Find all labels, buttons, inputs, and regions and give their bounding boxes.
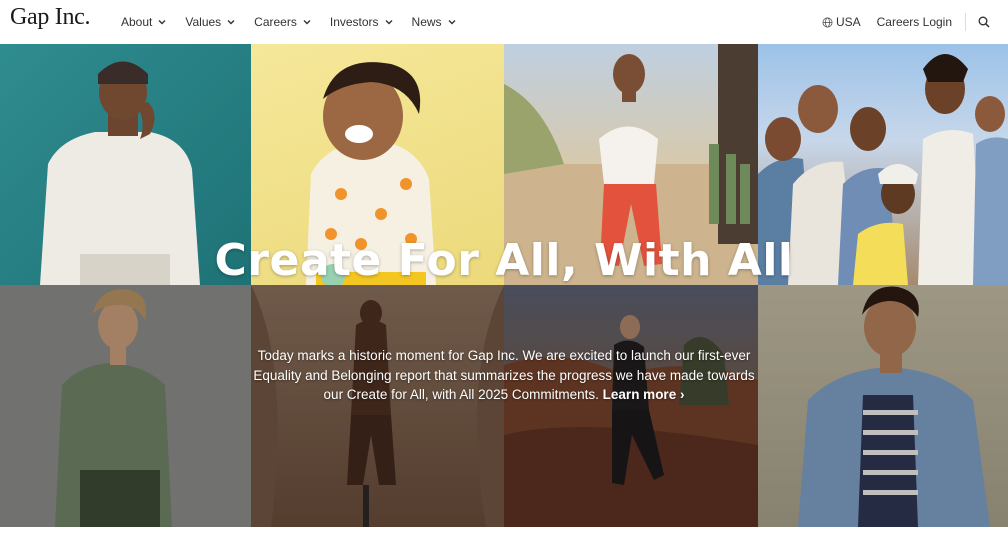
nav-item-label: Careers	[254, 15, 297, 29]
photo-tile-man-green	[0, 285, 251, 527]
header-divider	[965, 13, 966, 31]
nav-item-label: About	[121, 15, 153, 29]
nav-item-about[interactable]: About	[121, 15, 166, 29]
careers-login-link[interactable]: Careers Login	[877, 15, 952, 29]
nav-item-news[interactable]: News	[412, 15, 456, 29]
nav-item-careers[interactable]: Careers	[254, 15, 311, 29]
search-icon[interactable]	[978, 16, 990, 28]
site-header: Gap Inc. About Values Careers Investors …	[0, 0, 1008, 44]
gap-inc-logo[interactable]: Gap Inc.	[10, 4, 91, 31]
region-selector[interactable]: USA	[822, 15, 861, 29]
tile-shade	[758, 285, 1008, 527]
utility-nav: USA Careers Login	[822, 0, 1008, 44]
nav-item-label: Investors	[329, 15, 379, 29]
center-overlay	[251, 285, 758, 527]
chevron-down-icon	[448, 20, 456, 25]
chevron-down-icon	[227, 20, 235, 25]
region-label: USA	[835, 15, 861, 29]
globe-icon	[822, 17, 833, 27]
main-nav: About Values Careers Investors News	[121, 0, 475, 44]
tile-shade	[0, 285, 251, 527]
photo-tile-man-denim	[758, 285, 1008, 527]
hero-headline: Create For All, With All	[214, 235, 794, 286]
hero-body: Today marks a historic moment for Gap In…	[250, 346, 758, 405]
chevron-down-icon	[385, 20, 393, 25]
chevron-down-icon	[303, 20, 311, 25]
nav-item-investors[interactable]: Investors	[330, 15, 393, 29]
nav-item-values[interactable]: Values	[185, 15, 235, 29]
learn-more-link[interactable]: Learn more ›	[603, 387, 685, 402]
chevron-down-icon	[158, 20, 166, 25]
nav-item-label: Values	[185, 15, 222, 29]
page-bottom	[0, 527, 1008, 534]
nav-item-label: News	[411, 15, 442, 29]
